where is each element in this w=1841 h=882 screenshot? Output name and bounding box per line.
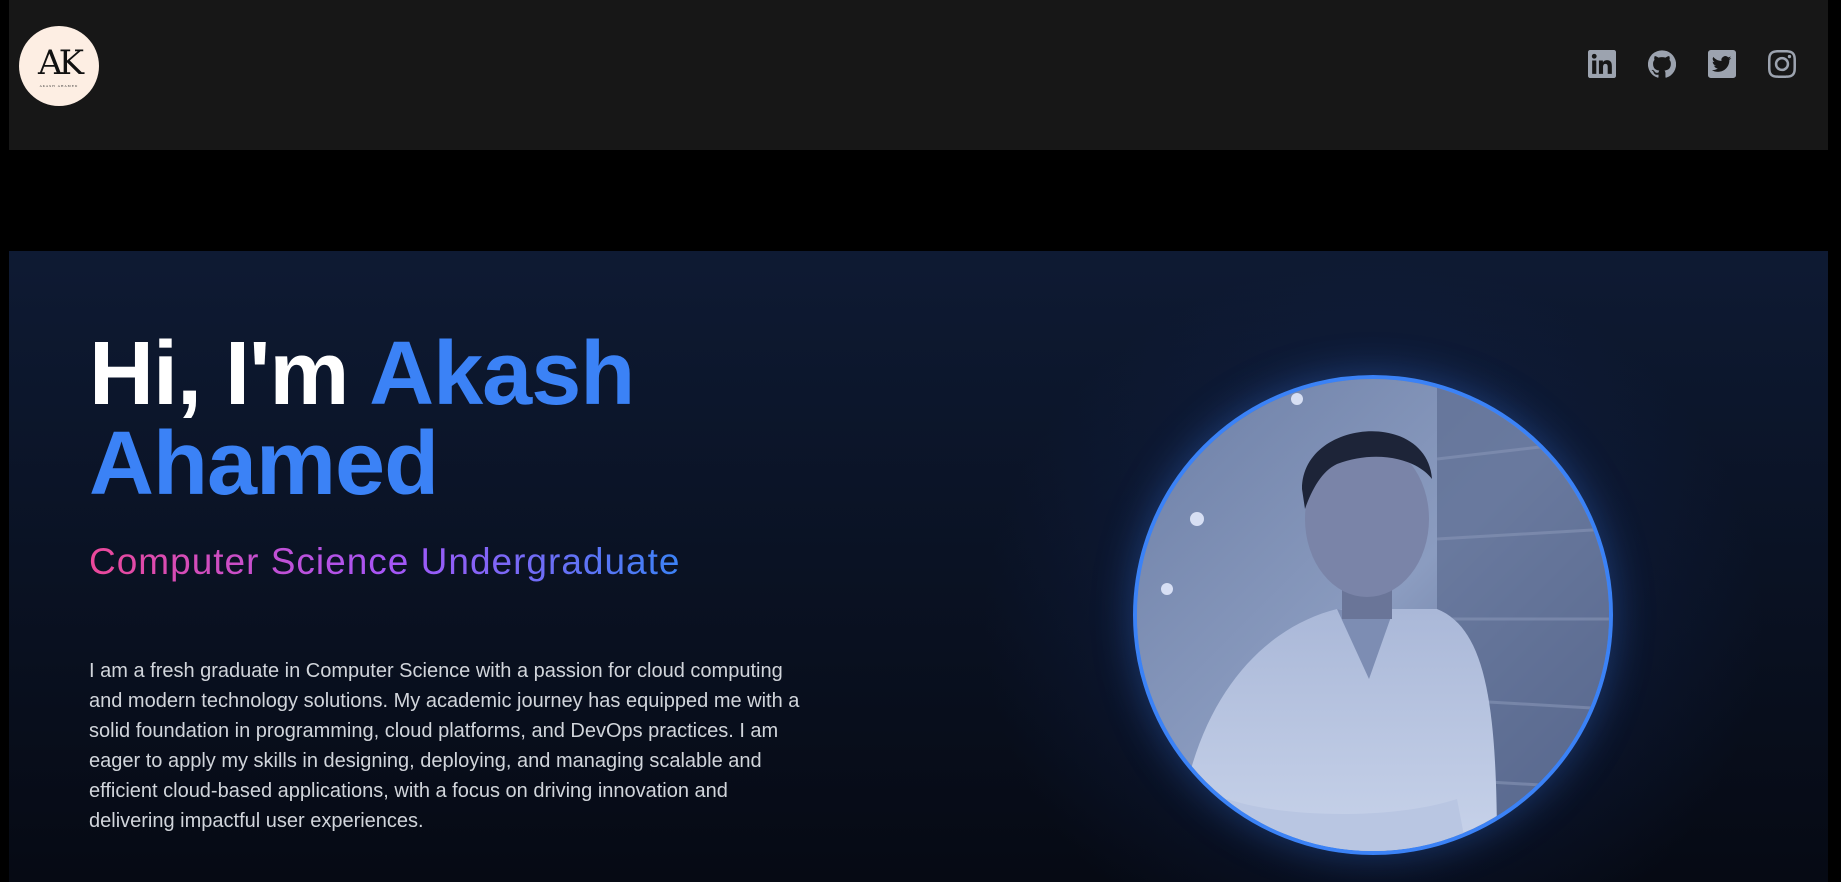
github-icon (1648, 50, 1676, 78)
linkedin-icon (1588, 50, 1616, 78)
navbar: AK AKASH AHAMED (9, 0, 1828, 150)
logo-monogram: AK (38, 43, 84, 83)
linkedin-link[interactable] (1588, 50, 1616, 78)
logo[interactable]: AK AKASH AHAMED (19, 26, 99, 106)
social-links (1588, 50, 1796, 78)
hero-title: Hi, I'm Akash Ahamed (89, 329, 989, 509)
logo-tagline: AKASH AHAMED (39, 84, 79, 88)
instagram-icon (1768, 50, 1796, 78)
hero-subtitle: Computer Science Undergraduate (89, 541, 681, 582)
profile-photo-illustration (1137, 379, 1609, 851)
hero-bio: I am a fresh graduate in Computer Scienc… (89, 660, 800, 832)
greeting-text: Hi, I'm (89, 324, 370, 424)
name-first: Akash (369, 324, 635, 424)
twitter-link[interactable] (1708, 50, 1736, 78)
hero-section: Hi, I'm Akash Ahamed Computer Science Und… (9, 251, 1828, 882)
twitter-icon (1708, 50, 1736, 78)
name-last: Ahamed (89, 414, 439, 514)
profile-photo (1133, 375, 1613, 855)
github-link[interactable] (1648, 50, 1676, 78)
instagram-link[interactable] (1768, 50, 1796, 78)
